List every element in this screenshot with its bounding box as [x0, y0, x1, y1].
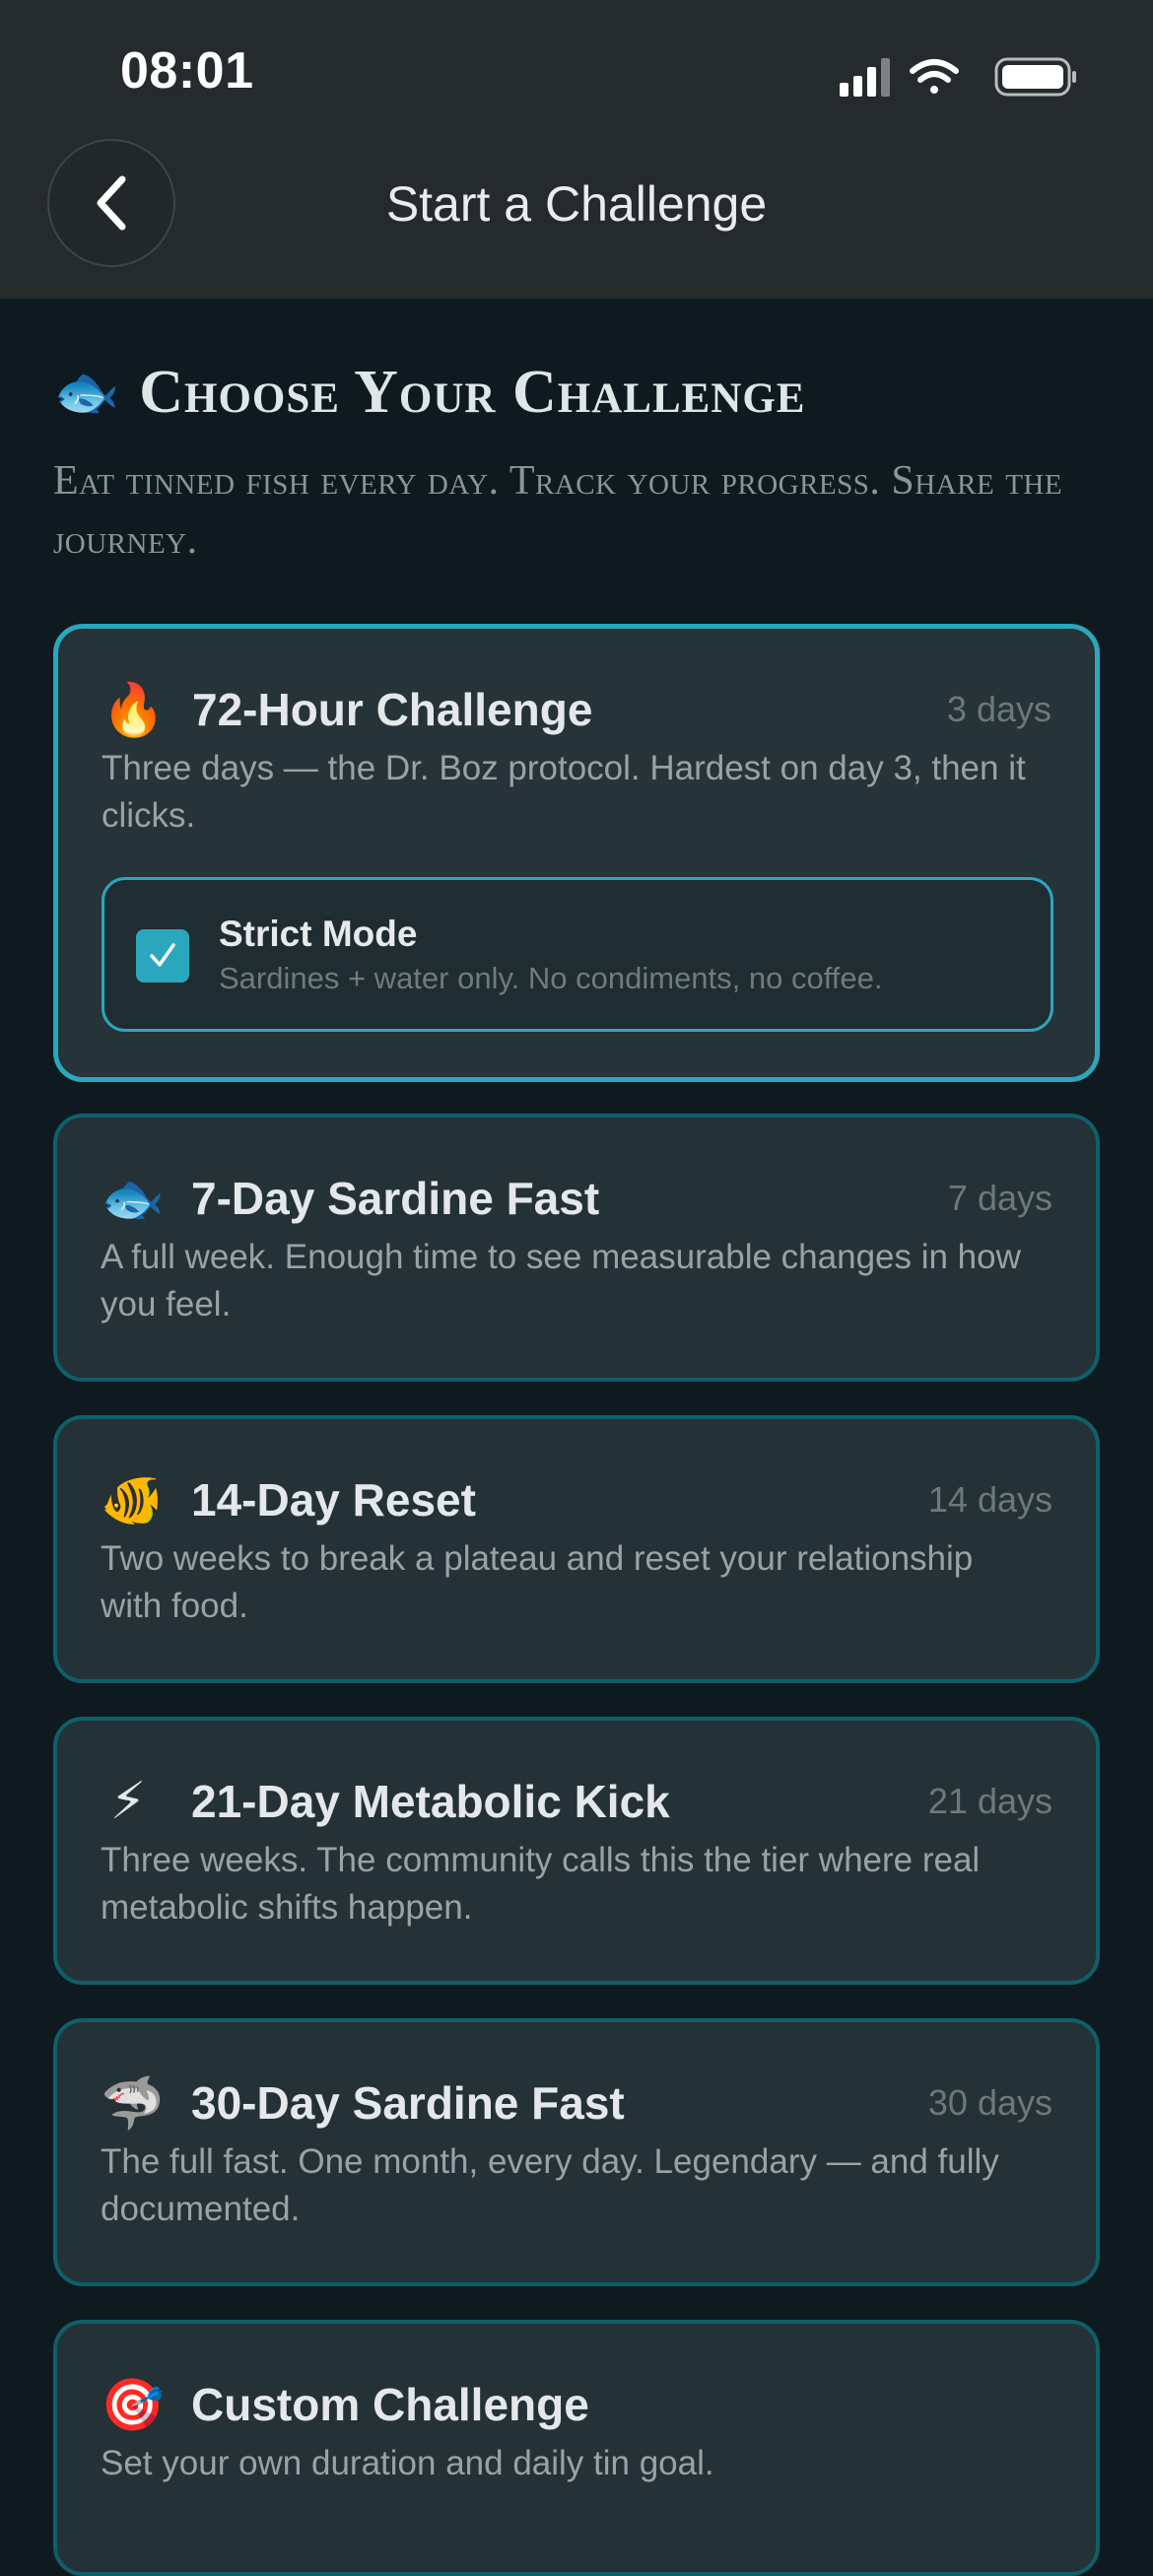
strict-mode-checkbox[interactable] [136, 929, 189, 983]
challenge-description: Three days — the Dr. Boz protocol. Harde… [102, 749, 1026, 835]
challenge-duration: 14 days [927, 1479, 1052, 1520]
challenge-title: 72-Hour Challenge [192, 684, 593, 735]
challenge-duration: 21 days [927, 1781, 1052, 1821]
tropical-fish-icon: 🐠 [101, 1471, 165, 1529]
challenge-description: Three weeks. The community calls this th… [101, 1841, 981, 1927]
challenge-title: 21-Day Metabolic Kick [191, 1776, 670, 1827]
challenge-description: Set your own duration and daily tin goal… [101, 2444, 714, 2482]
challenge-title: 30-Day Sardine Fast [191, 2077, 625, 2129]
challenge-card-custom[interactable]: 🎯 Custom Challenge Set your own duration… [53, 2320, 1100, 2576]
challenge-card-7-day[interactable]: 🐟 7-Day Sardine Fast 7 days A full week.… [53, 1114, 1100, 1382]
section-subtitle: Eat tinned fish every day. Track your pr… [53, 458, 1063, 563]
status-time: 08:01 [120, 42, 254, 100]
wifi-icon [910, 59, 959, 94]
target-icon: 🎯 [101, 2376, 165, 2434]
challenge-title: Custom Challenge [191, 2379, 589, 2430]
challenge-duration: 30 days [927, 2082, 1052, 2123]
challenge-description: A full week. Enough time to see measurab… [101, 1238, 1021, 1323]
challenge-duration: 3 days [946, 689, 1051, 729]
fish-icon: 🐟 [53, 363, 120, 422]
battery-icon [994, 57, 1076, 97]
challenge-list-screen: 🐟 Choose Your Challenge Eat tinned fish … [0, 299, 1153, 2576]
shark-icon: 🦈 [101, 2074, 165, 2133]
challenge-card-21-day[interactable]: ⚡ 21-Day Metabolic Kick 21 days Three we… [53, 1717, 1100, 1985]
navigation-bar: 08:01 Start a Challenge [0, 0, 1153, 299]
challenge-card-72-hour[interactable]: 🔥 72-Hour Challenge 3 days Three days — … [53, 624, 1100, 1082]
challenge-description: The full fast. One month, every day. Leg… [101, 2142, 999, 2228]
strict-mode-label: Strict Mode [219, 914, 418, 954]
challenge-title: 7-Day Sardine Fast [191, 1173, 600, 1224]
section-heading: 🐟 Choose Your Challenge [53, 358, 805, 428]
fish-icon: 🐟 [101, 1170, 165, 1228]
strict-mode-option[interactable]: Strict Mode Sardines + water only. No co… [102, 877, 1053, 1032]
challenge-card-30-day[interactable]: 🦈 30-Day Sardine Fast 30 days The full f… [53, 2018, 1100, 2286]
fire-icon: 🔥 [102, 681, 166, 739]
challenge-card-14-day[interactable]: 🐠 14-Day Reset 14 days Two weeks to brea… [53, 1415, 1100, 1683]
challenge-title: 14-Day Reset [191, 1474, 476, 1525]
status-icons [840, 55, 1076, 99]
section-title: Choose Your Challenge [139, 359, 806, 426]
lightning-icon: ⚡ [109, 1773, 147, 1830]
challenge-description: Two weeks to break a plateau and reset y… [101, 1539, 974, 1625]
signal-icon [840, 58, 890, 97]
challenge-duration: 7 days [947, 1178, 1052, 1218]
strict-mode-description: Sardines + water only. No condiments, no… [219, 961, 883, 995]
page-title: Start a Challenge [385, 176, 768, 232]
checkmark-icon [150, 943, 175, 967]
